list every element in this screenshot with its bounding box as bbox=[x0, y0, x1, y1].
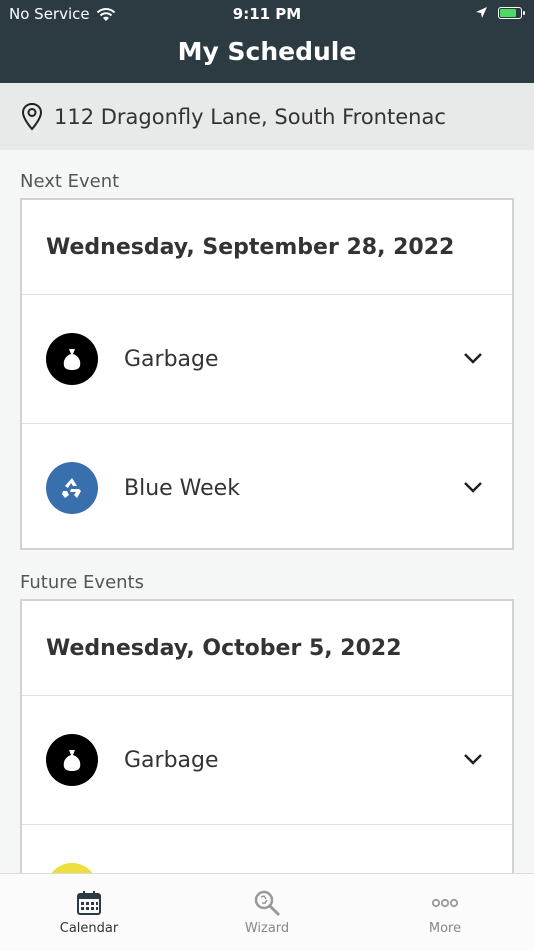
tab-more[interactable]: More bbox=[356, 874, 534, 951]
wizard-search-icon bbox=[254, 890, 281, 917]
event-label: Garbage bbox=[124, 346, 219, 372]
event-item-garbage[interactable]: Garbage bbox=[22, 696, 512, 825]
event-date: Wednesday, October 5, 2022 bbox=[22, 601, 512, 696]
more-dots-icon bbox=[431, 898, 459, 908]
address-text: 112 Dragonfly Lane, South Frontenac bbox=[54, 104, 446, 129]
tab-wizard[interactable]: Wizard bbox=[178, 874, 356, 951]
event-item-blue-week[interactable]: Blue Week bbox=[22, 424, 512, 548]
event-date: Wednesday, September 28, 2022 bbox=[22, 200, 512, 295]
future-events-card: Wednesday, October 5, 2022 Garbage bbox=[20, 599, 514, 889]
tab-label: Wizard bbox=[244, 921, 290, 936]
location-arrow-icon bbox=[476, 7, 487, 18]
top-header: No Service 9:11 PM My Schedule bbox=[0, 0, 534, 83]
event-label: Garbage bbox=[124, 747, 219, 773]
next-event-label: Next Event bbox=[20, 171, 120, 192]
address-bar[interactable]: 112 Dragonfly Lane, South Frontenac bbox=[0, 83, 534, 150]
battery-icon bbox=[498, 6, 525, 19]
tab-calendar[interactable]: Calendar bbox=[0, 874, 178, 951]
tab-label: More bbox=[428, 921, 462, 936]
tab-bar: Calendar Wizard More bbox=[0, 873, 534, 951]
tab-label: Calendar bbox=[59, 921, 119, 936]
location-pin-icon bbox=[21, 102, 43, 130]
status-time: 9:11 PM bbox=[232, 5, 302, 23]
page-title: My Schedule bbox=[177, 37, 357, 66]
chevron-down-icon[interactable] bbox=[462, 351, 484, 365]
event-item-garbage[interactable]: Garbage bbox=[22, 295, 512, 424]
event-label: Blue Week bbox=[124, 475, 240, 501]
chevron-down-icon[interactable] bbox=[462, 480, 484, 494]
recycle-icon bbox=[46, 462, 98, 514]
chevron-down-icon[interactable] bbox=[462, 752, 484, 766]
status-bar: No Service 9:11 PM bbox=[0, 0, 534, 28]
calendar-icon bbox=[77, 891, 101, 915]
garbage-bag-icon bbox=[46, 333, 98, 385]
garbage-bag-icon bbox=[46, 734, 98, 786]
future-events-label: Future Events bbox=[20, 572, 144, 593]
next-event-card: Wednesday, September 28, 2022 Garbage Bl… bbox=[20, 198, 514, 550]
